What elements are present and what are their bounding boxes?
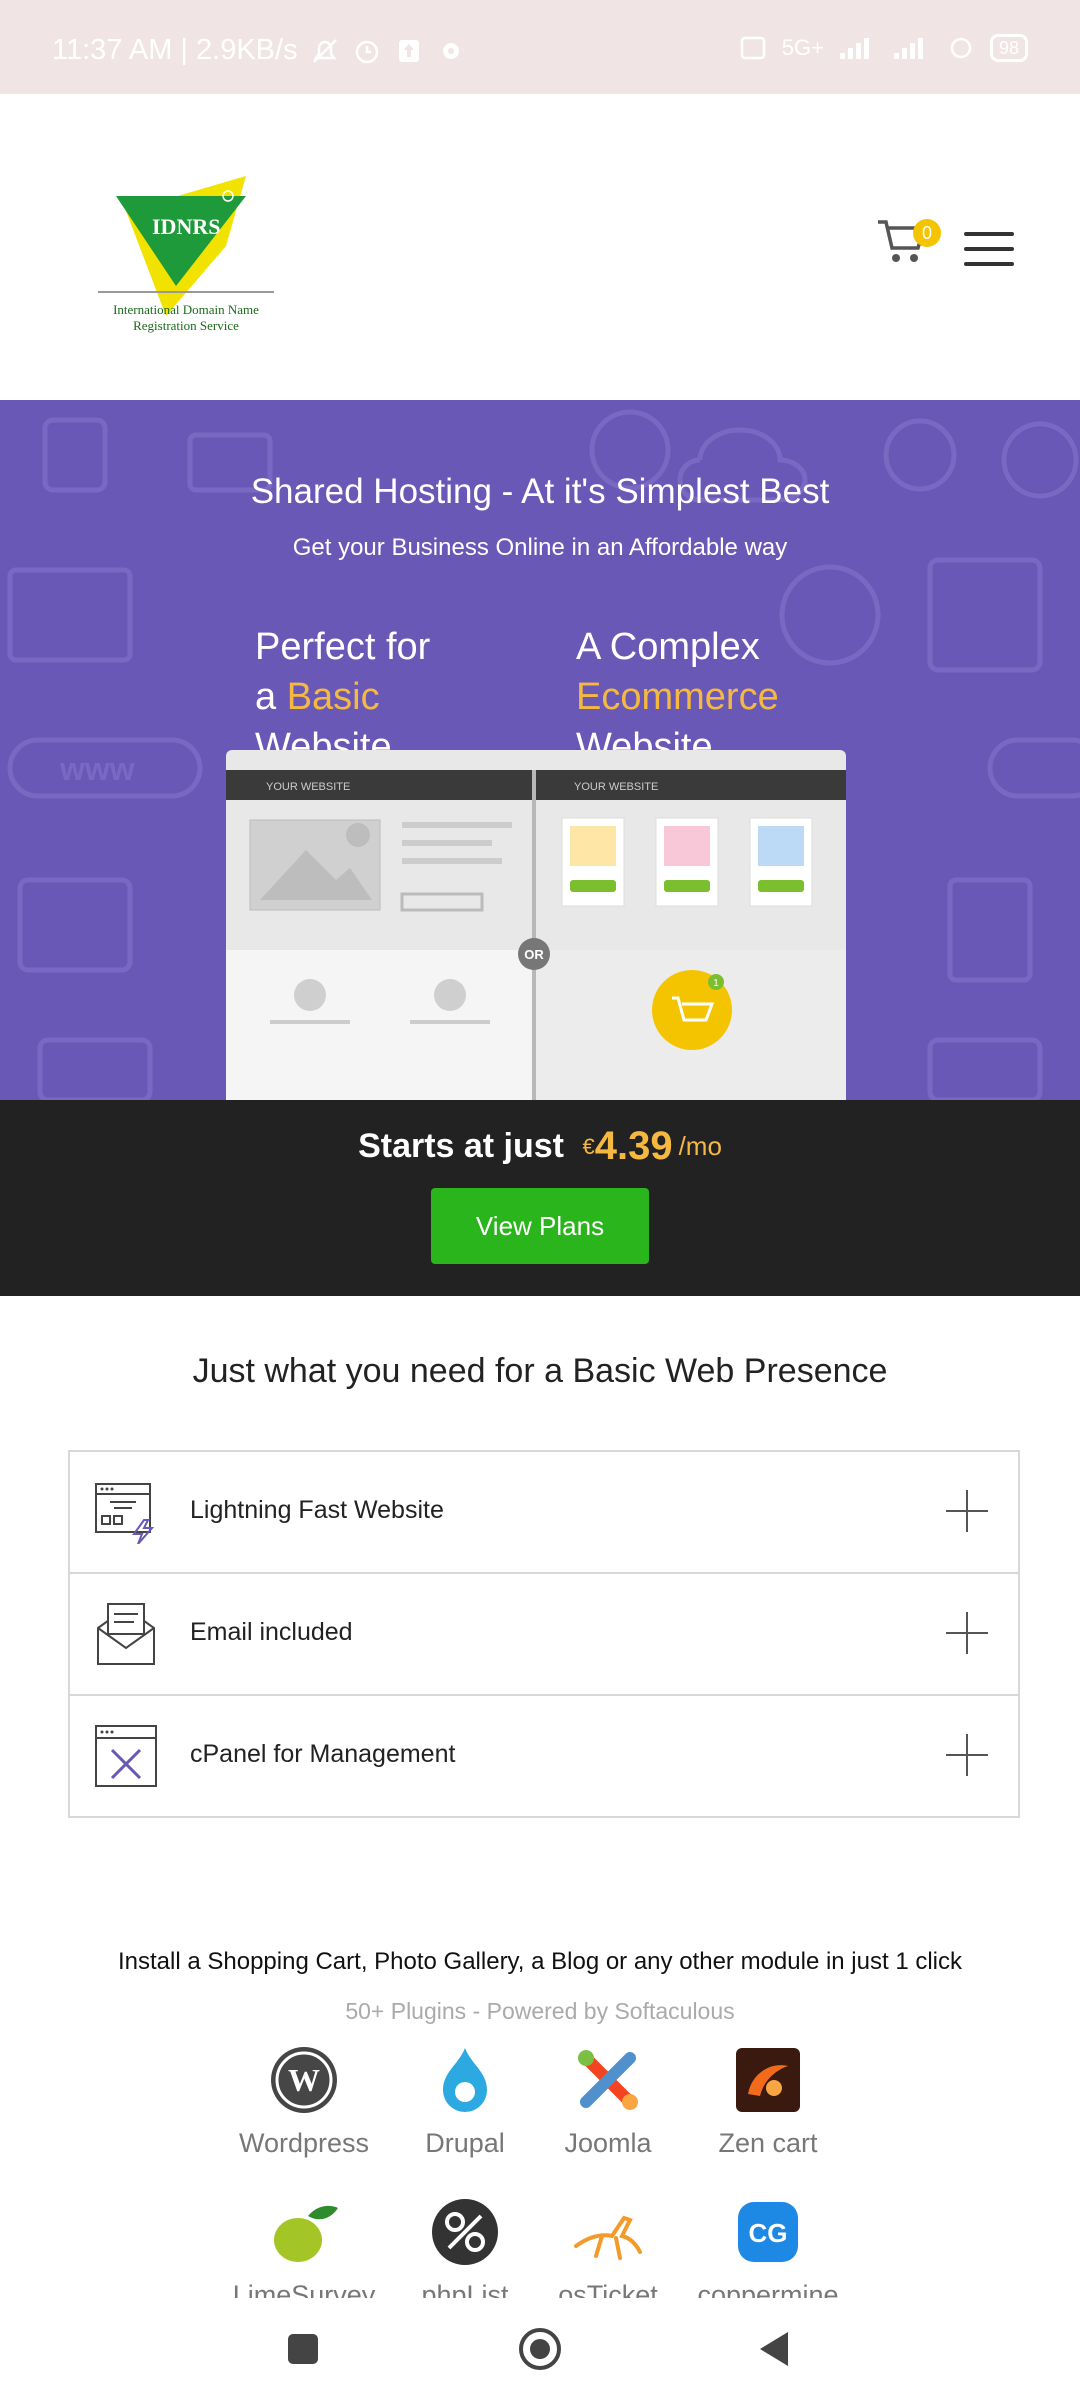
feature-item-cpanel[interactable]: cPanel for Management <box>70 1696 1018 1816</box>
install-modules-text: Install a Shopping Cart, Photo Gallery, … <box>118 1948 962 1975</box>
signal-2-icon <box>893 38 923 59</box>
or-label: OR <box>524 947 544 962</box>
logo-title: IDNRS <box>152 214 221 239</box>
status-bar: 11:37 AM | 2.9KB/s 5G+ 98 <box>0 0 1080 94</box>
back-triangle-icon[interactable] <box>752 2326 798 2372</box>
status-right: 5G+ 98 <box>738 34 1028 62</box>
plugins-grid: W Wordpress Drupal Joomla Zen cart LimeS… <box>0 2030 1080 2298</box>
feature-label-email: Email included <box>190 1618 353 1646</box>
email-envelope-icon <box>97 1603 155 1665</box>
plugin-name-wordpress: Wordpress <box>238 2128 370 2158</box>
plugin-limesurvey[interactable]: LimeSurvey <box>219 2196 389 2298</box>
upload-icon <box>398 39 419 62</box>
menu-hamburger-icon[interactable] <box>964 232 1014 266</box>
pricing-band: Starts at just €4.39/mo View Plans <box>0 1100 1080 1296</box>
signal-icon <box>839 38 869 59</box>
plugin-name-osticket: osTicket <box>558 2280 658 2298</box>
lightning-website-icon <box>95 1483 155 1544</box>
expand-plus-icon[interactable] <box>944 1732 990 1778</box>
status-time-speed: 11:37 AM | 2.9KB/s <box>52 34 298 66</box>
recents-square-icon[interactable] <box>280 2326 326 2372</box>
plugin-name-coppermine: coppermine <box>697 2280 839 2298</box>
feature-item-email[interactable]: Email included <box>70 1574 1018 1696</box>
status-left: 11:37 AM | 2.9KB/s <box>52 34 466 67</box>
feature-item-lightning[interactable]: Lightning Fast Website <box>70 1452 1018 1574</box>
price-currency: € <box>582 1133 595 1159</box>
home-circle-icon[interactable] <box>517 2326 563 2372</box>
mock-cart-badge: 1 <box>713 978 719 989</box>
plugin-coppermine[interactable]: CG coppermine <box>683 2196 853 2298</box>
site-header: IDNRS International Domain Name Registra… <box>0 94 1080 400</box>
phplist-icon <box>432 2199 498 2265</box>
plugin-wordpress[interactable]: W Wordpress <box>219 2044 389 2159</box>
plugin-name-zencart: Zen cart <box>718 2128 818 2158</box>
hero-subtitle: Get your Business Online in an Affordabl… <box>292 534 788 561</box>
hotspot-icon <box>950 37 972 59</box>
plugins-subtitle: 50+ Plugins - Powered by Softaculous <box>345 1998 735 2024</box>
svg-text:CG: CG <box>749 2218 788 2248</box>
cart-count-badge: 0 <box>913 219 941 247</box>
basic-option-line2: a Basic <box>255 672 430 722</box>
alarm-icon <box>355 40 378 63</box>
idnrs-logo[interactable]: IDNRS International Domain Name Registra… <box>96 156 276 346</box>
basic-option-line1: Perfect for <box>255 626 431 668</box>
features-accordion: Lightning Fast Website Email included cP… <box>68 1450 1020 1818</box>
plugin-osticket[interactable]: osTicket <box>523 2196 693 2298</box>
website-mockup-illustration: YOUR WEBSITE YOUR WEBSITE OR 1 <box>226 750 846 1100</box>
battery-indicator: 98 <box>989 34 1028 62</box>
zencart-icon <box>736 2048 800 2112</box>
expand-plus-icon[interactable] <box>944 1488 990 1534</box>
android-nav-bar <box>0 2298 1080 2400</box>
wordpress-icon: W <box>271 2047 337 2113</box>
network-type: 5G+ <box>781 35 824 60</box>
osticket-icon <box>574 2215 642 2260</box>
svg-text:www: www <box>59 751 135 787</box>
feature-label-lightning: Lightning Fast Website <box>190 1496 444 1524</box>
basic-option-highlight: Basic <box>286 676 380 718</box>
price-period: /mo <box>678 1131 722 1161</box>
price-row: Starts at just €4.39/mo <box>0 1124 1080 1169</box>
hero-banner: www Shared Hosting - At it's Simplest Be… <box>0 400 1080 1100</box>
ecom-option-line1: A Complex <box>576 626 760 668</box>
logo-subtitle: International Domain Name Registration S… <box>113 302 259 333</box>
sim-icon <box>740 36 766 60</box>
hero-title: Shared Hosting - At it's Simplest Best <box>250 472 830 511</box>
plugin-zencart[interactable]: Zen cart <box>683 2044 853 2159</box>
plugin-name-joomla: Joomla <box>564 2128 652 2158</box>
limesurvey-icon <box>274 2205 338 2262</box>
drupal-icon <box>443 2048 487 2112</box>
feature-label-cpanel: cPanel for Management <box>190 1740 456 1768</box>
settings-gear-icon <box>442 42 459 59</box>
mock-label-left: YOUR WEBSITE <box>266 781 350 793</box>
mock-label-right: YOUR WEBSITE <box>574 781 658 793</box>
plugin-name-limesurvey: LimeSurvey <box>232 2280 376 2298</box>
price-value: 4.39 <box>594 1124 673 1168</box>
features-section-title: Just what you need for a Basic Web Prese… <box>192 1352 888 1390</box>
plugin-joomla[interactable]: Joomla <box>523 2044 693 2159</box>
cpanel-tools-icon <box>95 1725 157 1787</box>
basic-option-prefix: a <box>255 676 287 718</box>
joomla-icon <box>578 2050 638 2110</box>
expand-plus-icon[interactable] <box>944 1610 990 1656</box>
coppermine-icon: CG <box>738 2202 798 2262</box>
mute-icon <box>312 38 337 63</box>
ecom-option-highlight: Ecommerce <box>576 676 779 718</box>
view-plans-button[interactable]: View Plans <box>431 1188 649 1264</box>
price-lead: Starts at just <box>358 1127 565 1165</box>
svg-text:W: W <box>288 2062 320 2098</box>
